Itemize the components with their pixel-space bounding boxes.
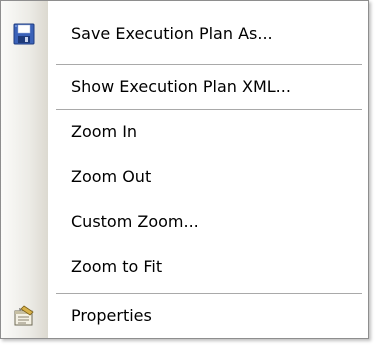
menu-item-save-execution-plan-as[interactable]: Save Execution Plan As...	[1, 14, 368, 54]
menu-item-zoom-out[interactable]: Zoom Out	[1, 157, 368, 197]
menu-item-custom-zoom[interactable]: Custom Zoom...	[1, 202, 368, 242]
menu-item-label: Zoom Out	[71, 167, 152, 186]
menu-item-label: Zoom In	[71, 122, 138, 141]
menu-item-label: Properties	[71, 306, 152, 325]
menu-item-zoom-to-fit[interactable]: Zoom to Fit	[1, 247, 368, 287]
menu-item-show-execution-plan-xml[interactable]: Show Execution Plan XML...	[1, 67, 368, 107]
properties-icon	[12, 304, 36, 328]
menu-item-label: Custom Zoom...	[71, 212, 199, 231]
menu-item-label: Show Execution Plan XML...	[71, 77, 291, 96]
menu-item-zoom-in[interactable]: Zoom In	[1, 112, 368, 152]
menu-separator	[56, 293, 362, 294]
menu-item-label: Zoom to Fit	[71, 257, 163, 276]
context-menu: Save Execution Plan As... Show Execution…	[0, 0, 369, 339]
menu-separator	[56, 109, 362, 110]
menu-item-label: Save Execution Plan As...	[71, 24, 273, 43]
menu-separator	[56, 64, 362, 65]
menu-items: Save Execution Plan As... Show Execution…	[1, 1, 368, 338]
menu-item-properties[interactable]: Properties	[1, 296, 368, 336]
floppy-disk-icon	[12, 22, 36, 46]
